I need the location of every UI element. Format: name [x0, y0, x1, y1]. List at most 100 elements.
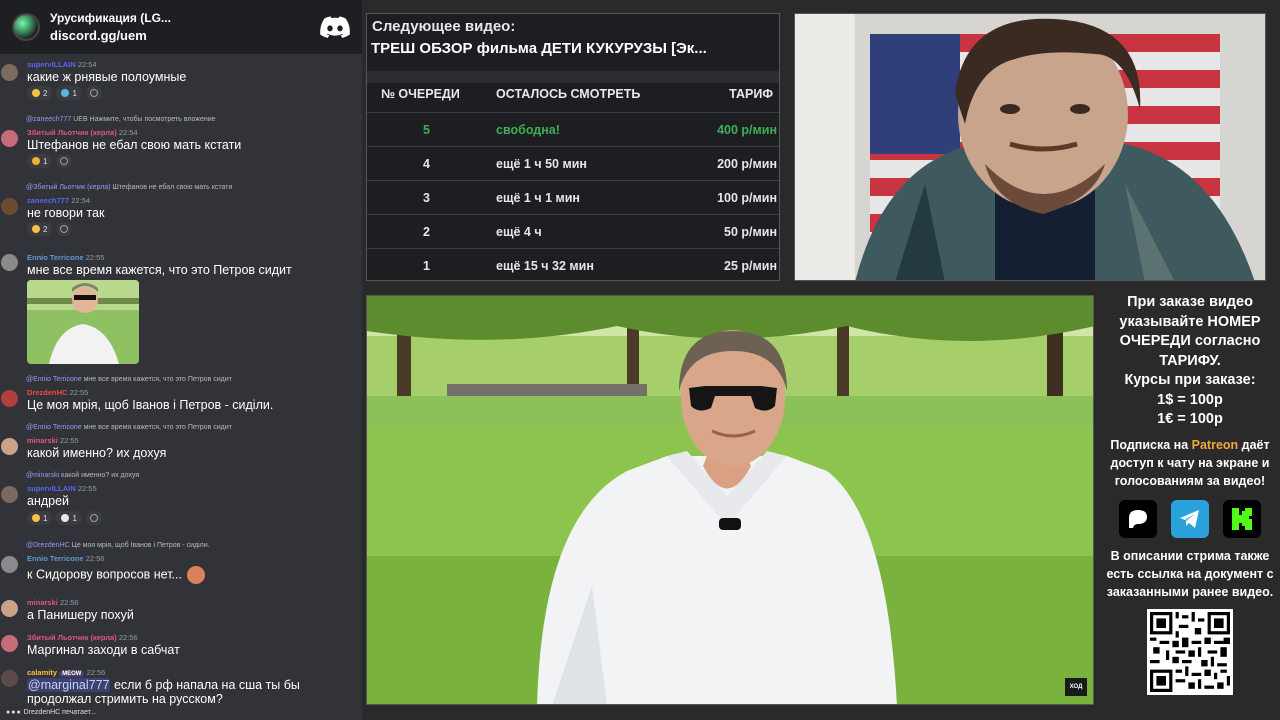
channel-watermark-logo: ХОД: [1065, 678, 1087, 696]
message-text: мне все время кажется, что это Петров си…: [27, 263, 292, 277]
emoji-icon: [32, 89, 40, 97]
description-note: В описании стрима также есть ссылка на д…: [1106, 548, 1274, 599]
avatar[interactable]: [1, 438, 18, 455]
message-time: 22:56: [86, 668, 106, 677]
reaction[interactable]: 2: [27, 86, 53, 100]
message-time: 22:54: [77, 60, 97, 69]
message-text: Це моя мрія, щоб Іванов і Петров - сиділ…: [27, 398, 274, 412]
patreon-icon[interactable]: [1119, 499, 1157, 538]
reaction[interactable]: 2: [27, 222, 53, 236]
telegram-icon[interactable]: [1171, 499, 1209, 538]
message-author[interactable]: minarski: [27, 436, 58, 445]
rates-label: Курсы при заказе:: [1124, 372, 1256, 388]
attachment-image: [27, 280, 139, 364]
message-time: 22:54: [118, 128, 138, 137]
patreon-link[interactable]: Patreon: [1192, 438, 1239, 452]
reaction[interactable]: 1: [56, 86, 82, 100]
column-header-remaining: ОСТАЛОСЬ СМОТРЕТЬ: [496, 87, 641, 101]
avatar[interactable]: [1, 254, 18, 271]
queue-row: 5 свободна! 400 р/мин: [367, 112, 779, 146]
server-invite-link[interactable]: discord.gg/uem: [50, 28, 320, 43]
order-instructions: При заказе видео указывайте НОМЕР ОЧЕРЕД…: [1119, 294, 1261, 369]
rate-eur: 1€ = 100р: [1157, 411, 1223, 427]
emoji-icon: [32, 157, 40, 165]
next-video-label: Следующее видео:: [372, 18, 516, 35]
avatar[interactable]: [1, 556, 18, 573]
queue-row: 2 ещё 4 ч 50 р/мин: [367, 214, 779, 248]
message-author[interactable]: DrezdenHC: [27, 388, 67, 397]
avatar[interactable]: [1, 198, 18, 215]
qr-code-icon: [1150, 611, 1230, 692]
patreon-info: Подписка на Patreon даёт доступ к чату н…: [1110, 437, 1270, 488]
queue-number: 4: [423, 157, 430, 171]
add-reaction-icon[interactable]: [56, 222, 73, 236]
reply-preview[interactable]: @Збитый Льотчик (керла) Штефанов не ебал…: [26, 184, 232, 191]
qr-code[interactable]: [1147, 608, 1233, 695]
avatar[interactable]: [1, 600, 18, 617]
message-author[interactable]: Ennio Terricone: [27, 253, 84, 262]
queue-rate: 100 р/мин: [717, 191, 777, 205]
avatar[interactable]: [1, 486, 18, 503]
avatar[interactable]: [1, 670, 18, 687]
stream-layout: Урусификация (LG... discord.gg/uem super…: [0, 0, 1280, 720]
message-text: какой именно? их дохуя: [27, 446, 167, 460]
queue-rate: 50 р/мин: [724, 225, 777, 239]
kick-icon[interactable]: [1223, 499, 1261, 538]
avatar[interactable]: [1, 635, 18, 652]
rate-usd: 1$ = 100р: [1157, 391, 1223, 408]
reaction[interactable]: 1: [27, 511, 53, 525]
message-author[interactable]: calamity: [27, 668, 57, 677]
queue-rate: 200 р/мин: [717, 157, 777, 171]
reply-preview[interactable]: @Ennio Terricone мне все время кажется, …: [26, 424, 232, 431]
message-text: а Панишеру похуй: [27, 608, 134, 622]
mention[interactable]: @marginal777: [27, 678, 111, 692]
server-name: Урусификация (LG...: [50, 11, 171, 25]
message-text: @marginal777 если б рф напала на сша ты …: [27, 678, 300, 692]
queue-remaining: ещё 15 ч 32 мин: [496, 259, 594, 273]
message-time: 22:56: [59, 598, 79, 607]
message-time: 22:56: [118, 633, 138, 642]
message-author[interactable]: minarski: [27, 598, 58, 607]
reply-preview[interactable]: @DrezdenHC Це моя мрія, щоб Іванов і Пет…: [26, 542, 210, 549]
message-list: supervILLAIN 22:54 какие ж рнявые полоум…: [0, 54, 362, 720]
add-reaction-icon[interactable]: [56, 154, 73, 168]
emoji-icon: [61, 89, 70, 97]
message-author[interactable]: Збитый Льотчик (керла): [27, 128, 117, 137]
reply-preview[interactable]: @zaneech777 UEB Нажмите, чтобы посмотрет…: [26, 116, 216, 123]
message-text: Маргинал заходи в сабчат: [27, 643, 180, 657]
emoji-icon: [32, 514, 40, 522]
queue-number: 2: [423, 225, 430, 239]
reply-preview[interactable]: @Ennio Terricone мне все время кажется, …: [26, 376, 232, 383]
add-reaction-icon[interactable]: [85, 511, 102, 525]
emoji-icon: [61, 514, 70, 522]
message-author[interactable]: Збитый Льотчик (керла): [27, 633, 117, 642]
divider: [367, 71, 779, 83]
message-text: Штефанов не ебал свою мать кстати: [27, 138, 242, 152]
message-author[interactable]: zaneech777: [27, 196, 69, 205]
message-author[interactable]: supervILLAIN: [27, 484, 76, 493]
queue-remaining: ещё 1 ч 1 мин: [496, 191, 580, 205]
avatar[interactable]: [1, 64, 18, 81]
message-time: 22:54: [71, 196, 90, 205]
message-time: 22:55: [85, 253, 105, 262]
avatar[interactable]: [1, 390, 18, 407]
reaction[interactable]: 1: [27, 154, 53, 168]
add-reaction-icon[interactable]: [85, 86, 102, 100]
queue-remaining: ещё 1 ч 50 мин: [496, 157, 587, 171]
reaction[interactable]: 1: [56, 511, 82, 525]
reply-preview[interactable]: @minarski какой именно? их дохуя: [26, 472, 139, 479]
user-badge: MEOW: [59, 671, 85, 677]
server-icon: [12, 13, 40, 41]
webcam-feed-image: [795, 14, 1265, 280]
message-author[interactable]: Ennio Terricone: [27, 554, 84, 563]
video-queue-panel: Следующее видео: ТРЕШ ОБЗОР фильма ДЕТИ …: [366, 13, 780, 281]
queue-row: 1 ещё 15 ч 32 мин 25 р/мин: [367, 248, 779, 280]
avatar[interactable]: [1, 130, 18, 147]
main-video-player[interactable]: ХОД: [366, 295, 1094, 705]
image-attachment[interactable]: [27, 280, 139, 364]
next-video-title: ТРЕШ ОБЗОР фильма ДЕТИ КУКУРУЗЫ [Эк...: [371, 40, 707, 57]
queue-row: 3 ещё 1 ч 1 мин 100 р/мин: [367, 180, 779, 214]
message-text: к Сидорову вопросов нет...: [27, 566, 206, 584]
message-text: андрей: [27, 494, 70, 508]
message-author[interactable]: supervILLAIN: [27, 60, 76, 69]
